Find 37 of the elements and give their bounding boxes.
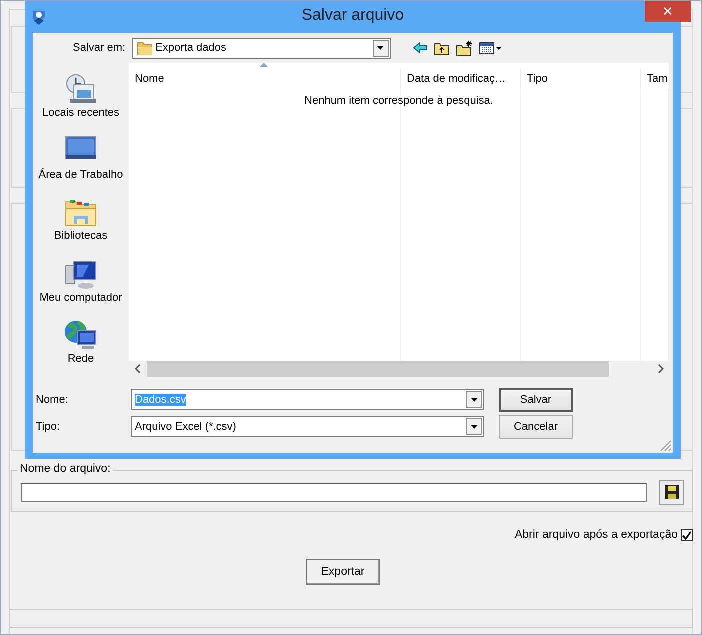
file-type-dropdown[interactable]: Arquivo Excel (*.csv)	[131, 416, 484, 437]
dropdown-arrow-icon	[376, 45, 386, 51]
checkmark-icon	[682, 530, 692, 540]
new-folder-icon	[456, 40, 473, 56]
place-item[interactable]: Locais recentes	[33, 69, 129, 131]
save-button[interactable]: Salvar	[499, 388, 573, 412]
checkbox-label: Abrir arquivo após a exportação	[514, 529, 678, 541]
folder-dropdown[interactable]: Exporta dados	[132, 38, 391, 58]
cancel-button[interactable]: Cancelar	[499, 414, 573, 438]
close-button[interactable]: ✕	[645, 1, 691, 22]
window-title: Salvar arquivo	[300, 7, 406, 25]
file-name-field[interactable]	[21, 483, 647, 502]
place-item[interactable]: Rede	[33, 315, 129, 377]
network-globe-icon	[64, 319, 98, 352]
place-item[interactable]: Meu computador	[33, 254, 129, 316]
type-label: Tipo:	[36, 420, 62, 432]
save-file-button[interactable]	[659, 480, 684, 504]
place-item[interactable]: Bibliotecas	[33, 192, 129, 254]
export-button[interactable]: Exportar	[306, 559, 380, 585]
dropdown-arrow-icon	[470, 396, 478, 402]
resize-grip-icon	[660, 440, 672, 452]
scrollbar-thumb[interactable]	[147, 361, 609, 377]
recent-places-icon	[64, 73, 98, 105]
scroll-left-icon	[134, 364, 142, 374]
view-menu-icon	[478, 40, 503, 56]
place-item[interactable]: Área de Trabalho	[33, 130, 129, 192]
folder-name: Exporta dados	[154, 42, 228, 54]
scroll-right-icon	[656, 364, 664, 374]
app-icon	[31, 9, 47, 25]
save-in-label: Salvar em:	[73, 42, 126, 54]
group-label: Nome do arquivo:	[18, 463, 113, 475]
dropdown-arrow-icon	[470, 424, 478, 430]
name-label: Nome:	[36, 394, 70, 406]
back-arrow-icon	[412, 42, 428, 54]
empty-message: Nenhum item corresponde à pesquisa.	[304, 95, 494, 107]
folder-icon	[136, 40, 153, 56]
checkbox[interactable]	[681, 529, 693, 541]
